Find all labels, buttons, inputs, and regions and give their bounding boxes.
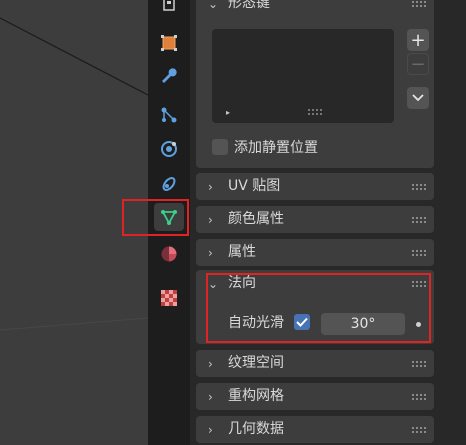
section-uv-maps[interactable]: › UV 贴图 — [196, 173, 434, 200]
shape-keys-list[interactable]: ▸ — [212, 29, 394, 123]
tab-texture[interactable] — [154, 284, 184, 312]
chevron-right-icon: › — [208, 422, 213, 437]
remove-shape-key-button[interactable]: − — [407, 53, 429, 75]
shape-keys-menu-button[interactable] — [407, 87, 429, 109]
keyframe-dot-icon[interactable] — [416, 322, 421, 327]
properties-editor: ⌄ 形态键 ▸ + − 添加静置位置 › UV 贴图 › 颜色属性 › 属性 ⌄… — [190, 0, 466, 445]
section-attributes[interactable]: › 属性 — [196, 239, 434, 266]
drag-handle-icon[interactable] — [412, 1, 426, 7]
normals-panel: ⌄ 法向 自动光滑 30° — [196, 270, 434, 344]
section-color-attributes[interactable]: › 颜色属性 — [196, 206, 434, 233]
section-label: 属性 — [228, 244, 256, 260]
drag-handle-icon[interactable] — [412, 249, 426, 256]
drag-handle-icon[interactable] — [412, 183, 426, 190]
tab-object[interactable] — [154, 29, 184, 57]
section-label: 重构网格 — [228, 388, 284, 404]
auto-smooth-checkbox[interactable] — [294, 314, 310, 330]
tab-constraints[interactable] — [154, 170, 184, 198]
tab-mesh-data[interactable] — [154, 203, 184, 231]
section-normals[interactable]: ⌄ 法向 — [196, 270, 434, 297]
section-label: UV 贴图 — [228, 178, 281, 194]
chevron-right-icon: › — [208, 389, 213, 404]
shape-keys-panel: ⌄ 形态键 ▸ + − 添加静置位置 — [196, 0, 434, 168]
section-geometry-data[interactable]: › 几何数据 — [196, 416, 434, 443]
physics-icon — [161, 141, 177, 157]
tab-material[interactable] — [154, 240, 184, 268]
section-label: 几何数据 — [228, 421, 284, 437]
object-icon — [161, 35, 177, 51]
section-label: 法向 — [228, 275, 256, 291]
auto-smooth-label: 自动光滑 — [228, 315, 284, 331]
drag-handle-icon[interactable] — [412, 426, 426, 433]
properties-tab-bar — [148, 0, 190, 445]
viewport-grid — [0, 17, 148, 331]
section-texture-space[interactable]: › 纹理空间 — [196, 350, 434, 377]
chevron-down-icon: ⌄ — [208, 276, 219, 291]
tab-modifiers[interactable] — [154, 63, 184, 91]
rest-position-checkbox[interactable] — [212, 139, 228, 155]
auto-smooth-row: 自动光滑 — [228, 312, 310, 332]
chevron-right-icon: › — [208, 212, 213, 227]
texture-checker-icon — [161, 290, 177, 306]
section-label: 颜色属性 — [228, 211, 284, 227]
rest-position-row: 添加静置位置 — [212, 137, 318, 157]
add-shape-key-button[interactable]: + — [407, 29, 429, 51]
tool-icon — [163, 0, 175, 11]
section-remesh[interactable]: › 重构网格 — [196, 383, 434, 410]
drag-handle-icon[interactable] — [412, 393, 426, 400]
material-icon — [161, 246, 177, 262]
section-label: 纹理空间 — [228, 355, 284, 371]
tab-tool[interactable] — [154, 0, 184, 18]
constraints-icon — [162, 177, 176, 191]
3d-viewport[interactable] — [0, 0, 148, 445]
auto-smooth-angle-field[interactable]: 30° — [321, 313, 405, 335]
drag-handle-icon[interactable] — [412, 280, 426, 287]
chevron-right-icon: › — [208, 356, 213, 371]
particles-icon — [161, 107, 177, 123]
play-icon[interactable]: ▸ — [226, 108, 230, 117]
drag-handle-icon[interactable] — [412, 360, 426, 367]
drag-handle-icon[interactable] — [412, 216, 426, 223]
tab-particles[interactable] — [154, 101, 184, 129]
rest-position-label[interactable]: 添加静置位置 — [234, 137, 318, 157]
chevron-right-icon: › — [208, 245, 213, 260]
chevron-right-icon: › — [208, 179, 213, 194]
modifier-wrench-icon — [162, 68, 177, 83]
mesh-data-icon — [161, 210, 177, 225]
list-resize-handle[interactable] — [308, 109, 322, 115]
checkmark-icon — [296, 317, 308, 327]
shape-keys-title[interactable]: 形态键 — [228, 0, 270, 17]
chevron-down-icon — [412, 94, 424, 102]
chevron-down-icon[interactable]: ⌄ — [208, 0, 218, 10]
tab-physics[interactable] — [154, 135, 184, 163]
